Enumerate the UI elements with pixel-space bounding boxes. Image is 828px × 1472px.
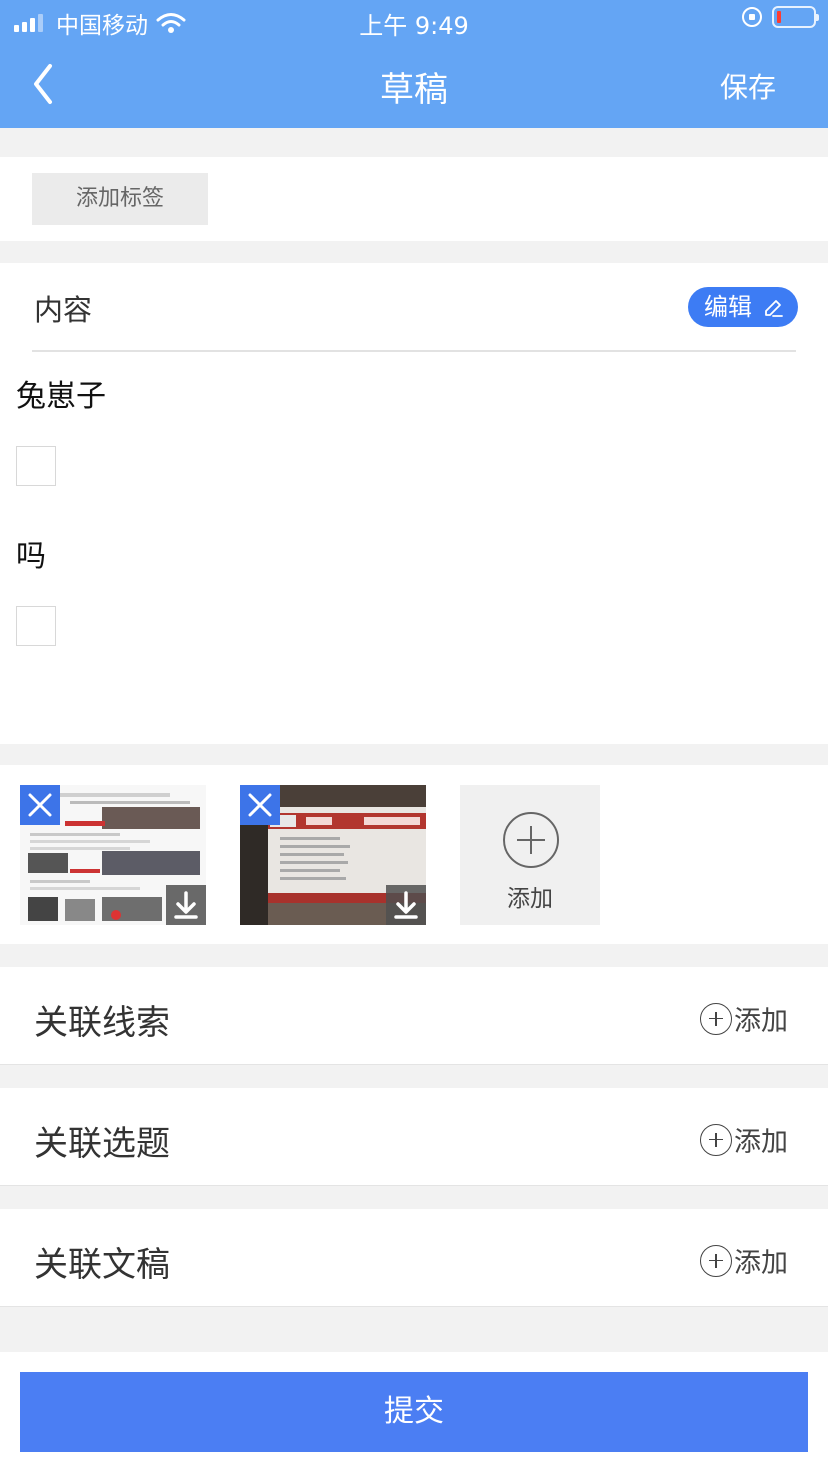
media-section: 添加 [0,765,828,944]
pencil-icon [765,300,783,317]
remove-media-button[interactable] [20,785,60,825]
close-icon [248,793,272,817]
link-add-label: 添加 [734,1127,788,1158]
link-row-label: 关联文稿 [34,1245,170,1285]
add-tag-button[interactable]: 添加标签 [32,173,208,225]
content-divider [32,350,796,352]
content-label: 内容 [34,293,93,327]
download-media-button[interactable] [386,885,426,925]
tag-section: 添加标签 [0,157,828,241]
page-title: 草稿 [380,70,448,110]
rotation-lock-icon [742,7,762,27]
add-media-button[interactable]: 添加 [460,785,600,925]
status-right [742,6,819,28]
plus-circle-icon [700,1244,732,1277]
link-add-label: 添加 [734,1248,788,1279]
content-image-placeholder[interactable] [16,446,56,486]
content-image-placeholder[interactable] [16,606,56,646]
link-add-label: 添加 [734,1006,788,1037]
link-row-label: 关联线索 [34,1003,170,1043]
link-row-clues: 关联线索 添加 [0,967,828,1065]
add-media-label: 添加 [507,886,553,912]
link-row-topics: 关联选题 添加 [0,1088,828,1186]
save-button[interactable]: 保存 [720,66,776,106]
plus-circle-icon [700,1123,732,1156]
download-icon [174,891,198,919]
remove-media-button[interactable] [240,785,280,825]
plus-circle-icon [700,1002,732,1035]
edit-button[interactable]: 编辑 [688,287,798,327]
status-time: 上午 9:49 [359,12,469,40]
link-row-manuscripts: 关联文稿 添加 [0,1209,828,1307]
app-header: 中国移动 上午 9:49 草稿 保存 [0,0,828,128]
battery-icon [772,6,819,28]
content-paragraph: 兔崽子 [16,379,106,414]
link-add-button[interactable]: 添加 [700,999,788,1038]
status-bar: 中国移动 上午 9:49 [0,0,828,40]
link-add-button[interactable]: 添加 [700,1120,788,1159]
content-paragraph: 吗 [16,539,46,574]
download-media-button[interactable] [166,885,206,925]
content-section: 内容 编辑 兔崽子 吗 [0,263,828,744]
plus-circle-icon [503,812,559,868]
close-icon [28,793,52,817]
footer: 提交 [0,1352,828,1472]
download-icon [394,891,418,919]
media-thumbnail[interactable] [20,785,206,925]
submit-button[interactable]: 提交 [20,1372,808,1452]
edit-label: 编辑 [704,293,752,321]
link-add-button[interactable]: 添加 [700,1241,788,1280]
link-row-label: 关联选题 [34,1124,170,1164]
media-thumbnail[interactable] [240,785,426,925]
